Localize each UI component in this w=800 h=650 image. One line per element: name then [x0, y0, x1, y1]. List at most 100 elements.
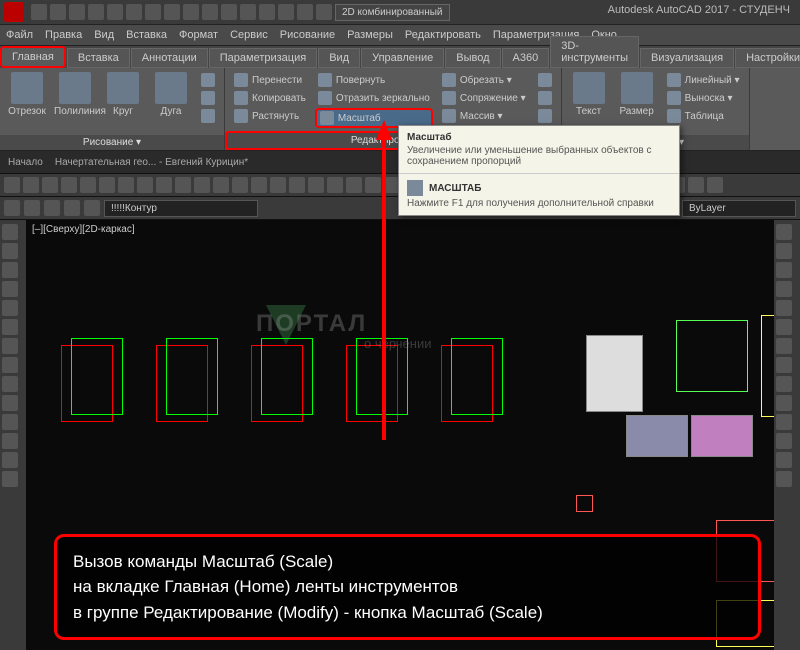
drawing-object[interactable] [676, 320, 748, 392]
tab-annotate[interactable]: Аннотации [131, 48, 208, 68]
color-dropdown[interactable]: ByLayer [682, 200, 796, 217]
image-object[interactable] [586, 335, 643, 412]
leader-button[interactable]: Выноска ▾ [664, 90, 743, 106]
pal-icon[interactable] [776, 262, 792, 278]
qat-btn[interactable] [164, 4, 180, 20]
pal-icon[interactable] [776, 433, 792, 449]
pal-icon[interactable] [2, 338, 18, 354]
save-icon[interactable] [69, 4, 85, 20]
drawing-object[interactable] [166, 338, 218, 415]
qat-btn[interactable] [278, 4, 294, 20]
pal-icon[interactable] [776, 414, 792, 430]
menu-draw[interactable]: Рисование [280, 29, 335, 41]
trim-button[interactable]: Обрезать ▾ [439, 72, 529, 88]
viewport-label[interactable]: [–][Сверху][2D-каркас] [32, 224, 135, 235]
modify-mini-2[interactable] [535, 90, 555, 106]
layer-dropdown[interactable]: !!!!!Контур [104, 200, 258, 217]
fillet-button[interactable]: Сопряжение ▾ [439, 90, 529, 106]
pal-icon[interactable] [776, 471, 792, 487]
drawing-object[interactable] [576, 495, 593, 512]
pal-icon[interactable] [2, 395, 18, 411]
image-object[interactable] [626, 415, 688, 457]
pal-icon[interactable] [776, 319, 792, 335]
pal-icon[interactable] [2, 300, 18, 316]
layer-props-icon[interactable] [4, 200, 20, 216]
tb-icon[interactable] [707, 177, 723, 193]
pal-icon[interactable] [776, 338, 792, 354]
tb-icon[interactable] [289, 177, 305, 193]
tb-icon[interactable] [213, 177, 229, 193]
tb-icon[interactable] [308, 177, 324, 193]
pal-icon[interactable] [776, 224, 792, 240]
polyline-button[interactable]: Полилиния [54, 72, 96, 135]
tb-icon[interactable] [175, 177, 191, 193]
qat-btn[interactable] [183, 4, 199, 20]
layer-lock-icon[interactable] [84, 200, 100, 216]
arc-button[interactable]: Дуга [150, 72, 192, 135]
table-button[interactable]: Таблица [664, 108, 743, 124]
qat-btn[interactable] [202, 4, 218, 20]
tb-icon[interactable] [194, 177, 210, 193]
tb-icon[interactable] [251, 177, 267, 193]
pal-icon[interactable] [2, 243, 18, 259]
pal-icon[interactable] [776, 357, 792, 373]
tab-a360[interactable]: A360 [502, 48, 550, 68]
drawing-object[interactable] [761, 315, 774, 417]
circle-button[interactable]: Круг [102, 72, 144, 135]
tab-output[interactable]: Вывод [445, 48, 500, 68]
tb-icon[interactable] [118, 177, 134, 193]
pal-icon[interactable] [776, 281, 792, 297]
pal-icon[interactable] [2, 281, 18, 297]
plot-icon[interactable] [107, 4, 123, 20]
pal-icon[interactable] [776, 300, 792, 316]
tb-icon[interactable] [232, 177, 248, 193]
tab-view[interactable]: Вид [318, 48, 360, 68]
tb-icon[interactable] [4, 177, 20, 193]
modify-mini-1[interactable] [535, 72, 555, 88]
tab-3dtools[interactable]: 3D-инструменты [550, 36, 639, 68]
saveas-icon[interactable] [88, 4, 104, 20]
drawing-object[interactable] [451, 338, 503, 415]
layer-off-icon[interactable] [44, 200, 60, 216]
pal-icon[interactable] [2, 471, 18, 487]
app-logo-icon[interactable] [4, 2, 24, 22]
mirror-button[interactable]: Отразить зеркально [315, 90, 433, 106]
line-button[interactable]: Отрезок [6, 72, 48, 135]
tb-icon[interactable] [99, 177, 115, 193]
pal-icon[interactable] [2, 319, 18, 335]
menu-view[interactable]: Вид [94, 29, 114, 41]
pal-icon[interactable] [2, 376, 18, 392]
array-button[interactable]: Массив ▾ [439, 108, 529, 124]
modify-mini-3[interactable] [535, 108, 555, 124]
tab-manage[interactable]: Управление [361, 48, 444, 68]
tb-icon[interactable] [327, 177, 343, 193]
drawing-viewport[interactable]: [–][Сверху][2D-каркас] ПОРТАЛ о черчении… [26, 220, 774, 650]
tab-visualize[interactable]: Визуализация [640, 48, 734, 68]
pal-icon[interactable] [2, 414, 18, 430]
rotate-button[interactable]: Повернуть [315, 72, 433, 88]
draw-mini-2[interactable] [198, 90, 218, 106]
tb-icon[interactable] [688, 177, 704, 193]
tb-icon[interactable] [365, 177, 381, 193]
menu-tools[interactable]: Сервис [230, 29, 268, 41]
tab-settings[interactable]: Настройки [735, 48, 800, 68]
move-button[interactable]: Перенести [231, 72, 309, 88]
pal-icon[interactable] [2, 357, 18, 373]
copy-button[interactable]: Копировать [231, 90, 309, 106]
layer-freeze-icon[interactable] [64, 200, 80, 216]
tab-home[interactable]: Главная [0, 46, 66, 68]
tb-icon[interactable] [42, 177, 58, 193]
drawing-object[interactable] [71, 338, 123, 415]
layer-state-icon[interactable] [24, 200, 40, 216]
tb-icon[interactable] [80, 177, 96, 193]
menu-format[interactable]: Формат [179, 29, 218, 41]
undo-icon[interactable] [126, 4, 142, 20]
pal-icon[interactable] [776, 243, 792, 259]
tb-icon[interactable] [23, 177, 39, 193]
tb-icon[interactable] [346, 177, 362, 193]
pal-icon[interactable] [776, 395, 792, 411]
tab-parametric[interactable]: Параметризация [209, 48, 317, 68]
qat-btn[interactable] [297, 4, 313, 20]
menu-file[interactable]: Файл [6, 29, 33, 41]
pal-icon[interactable] [2, 452, 18, 468]
